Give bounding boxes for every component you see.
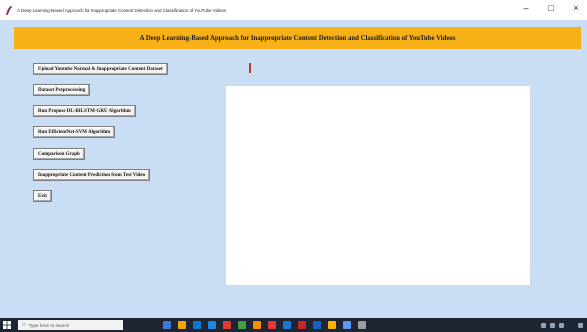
taskbar-app-icon-1[interactable] <box>178 321 186 329</box>
tray-icon[interactable] <box>541 322 546 328</box>
taskbar-app-icon-12[interactable] <box>343 321 351 329</box>
taskbar-app-icon-3[interactable] <box>208 321 216 329</box>
taskbar-app-icon-9[interactable] <box>298 321 306 329</box>
maximize-button[interactable]: □ <box>546 3 556 13</box>
window-title: A Deep Learning-Based Approach for Inapp… <box>17 7 227 13</box>
taskbar-app-icon-5[interactable] <box>238 321 246 329</box>
windows-logo-icon <box>3 321 11 329</box>
notification-icon[interactable] <box>578 322 583 328</box>
close-button[interactable]: × <box>571 3 581 13</box>
run-bilstm-gru-button[interactable]: Run Propose DL-BILSTM-GRU Algorithm <box>33 105 136 117</box>
app-feather-icon <box>4 5 14 15</box>
tray-icon[interactable] <box>550 322 555 328</box>
upload-dataset-button[interactable]: Upload Youtube Normal & Inappropriate Co… <box>33 63 168 75</box>
run-efficientnet-svm-button[interactable]: Run EfficientNet-SVM Algorithm <box>33 126 116 138</box>
taskbar-app-icon-0[interactable] <box>163 321 171 329</box>
tray-icon[interactable] <box>559 322 564 328</box>
taskbar-app-icon-4[interactable] <box>223 321 231 329</box>
title-bar: A Deep Learning-Based Approach for Inapp… <box>0 0 587 20</box>
output-text-area[interactable] <box>225 85 531 286</box>
taskbar-app-icons <box>163 321 366 329</box>
app-header: A Deep Learning-Based Approach for Inapp… <box>14 27 581 49</box>
taskbar-app-icon-10[interactable] <box>313 321 321 329</box>
windows-taskbar: ○ Type here to search <box>0 318 587 332</box>
comparison-graph-button[interactable]: Comparison Graph <box>33 148 85 160</box>
taskbar-app-icon-13[interactable] <box>358 321 366 329</box>
exit-button[interactable]: Exit <box>33 190 52 202</box>
taskbar-app-icon-7[interactable] <box>268 321 276 329</box>
minimize-button[interactable]: – <box>521 3 531 13</box>
search-placeholder: Type here to search <box>28 322 70 328</box>
taskbar-app-icon-8[interactable] <box>283 321 291 329</box>
app-header-title: A Deep Learning-Based Approach for Inapp… <box>139 34 456 42</box>
predict-test-video-button[interactable]: Inappropriate Content Prediction from Te… <box>33 169 151 181</box>
taskbar-app-icon-11[interactable] <box>328 321 336 329</box>
taskbar-app-icon-2[interactable] <box>193 321 201 329</box>
system-tray <box>541 318 583 332</box>
dataset-preprocessing-button[interactable]: Dataset Preprocessing <box>33 84 91 96</box>
taskbar-search-box[interactable]: ○ Type here to search <box>18 320 123 330</box>
text-cursor-marker <box>249 63 251 73</box>
search-icon: ○ <box>22 322 26 328</box>
taskbar-app-icon-6[interactable] <box>253 321 261 329</box>
start-button[interactable] <box>0 318 14 332</box>
